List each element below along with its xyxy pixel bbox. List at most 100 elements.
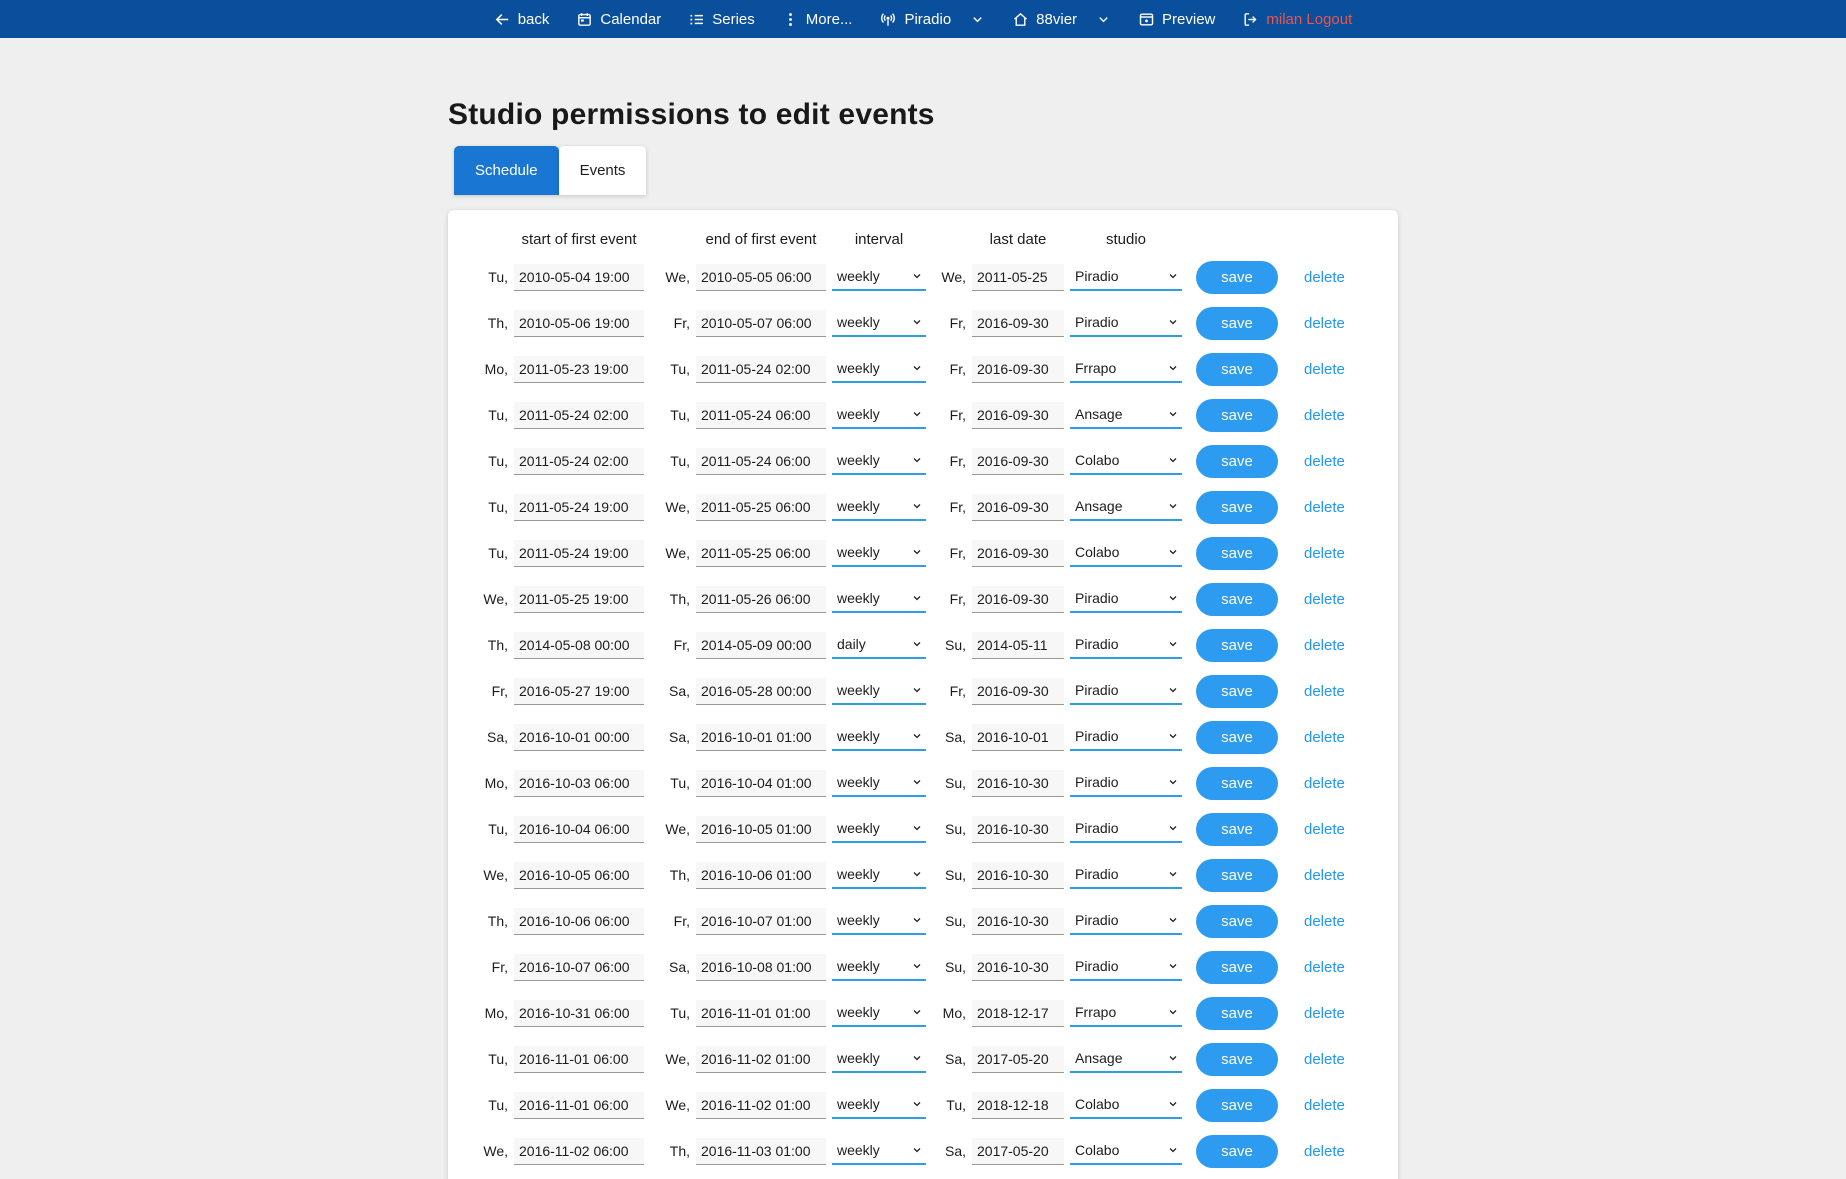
save-button[interactable]: save [1196,583,1278,616]
delete-link[interactable]: delete [1292,1143,1345,1160]
interval-select[interactable]: weekly [832,1092,926,1119]
end-datetime-input[interactable] [696,1046,826,1073]
save-button[interactable]: save [1196,1089,1278,1122]
end-datetime-input[interactable] [696,1092,826,1119]
start-datetime-input[interactable] [514,632,644,659]
start-datetime-input[interactable] [514,678,644,705]
interval-select[interactable]: weekly [832,540,926,567]
studio-select[interactable]: Ansage [1070,494,1182,521]
nav-more[interactable]: More... [782,11,853,28]
end-datetime-input[interactable] [696,264,826,291]
interval-select[interactable]: weekly [832,770,926,797]
nav-station[interactable]: 88vier [1012,11,1077,28]
nav-calendar[interactable]: Calendar [576,11,661,28]
save-button[interactable]: save [1196,859,1278,892]
last-date-input[interactable] [972,1092,1064,1119]
end-datetime-input[interactable] [696,908,826,935]
last-date-input[interactable] [972,954,1064,981]
studio-select[interactable]: Ansage [1070,402,1182,429]
last-date-input[interactable] [972,724,1064,751]
last-date-input[interactable] [972,540,1064,567]
start-datetime-input[interactable] [514,402,644,429]
interval-select[interactable]: weekly [832,586,926,613]
last-date-input[interactable] [972,816,1064,843]
delete-link[interactable]: delete [1292,499,1345,516]
start-datetime-input[interactable] [514,724,644,751]
delete-link[interactable]: delete [1292,1005,1345,1022]
start-datetime-input[interactable] [514,586,644,613]
save-button[interactable]: save [1196,1043,1278,1076]
delete-link[interactable]: delete [1292,959,1345,976]
start-datetime-input[interactable] [514,862,644,889]
studio-select[interactable]: Piradio [1070,770,1182,797]
studio-select[interactable]: Piradio [1070,816,1182,843]
studio-select[interactable]: Piradio [1070,586,1182,613]
delete-link[interactable]: delete [1292,821,1345,838]
interval-select[interactable]: weekly [832,402,926,429]
end-datetime-input[interactable] [696,724,826,751]
interval-select[interactable]: weekly [832,1046,926,1073]
interval-select[interactable]: weekly [832,816,926,843]
last-date-input[interactable] [972,402,1064,429]
studio-select[interactable]: Colabo [1070,1138,1182,1165]
delete-link[interactable]: delete [1292,1097,1345,1114]
delete-link[interactable]: delete [1292,913,1345,930]
delete-link[interactable]: delete [1292,591,1345,608]
end-datetime-input[interactable] [696,586,826,613]
interval-select[interactable]: weekly [832,724,926,751]
start-datetime-input[interactable] [514,356,644,383]
end-datetime-input[interactable] [696,954,826,981]
save-button[interactable]: save [1196,1135,1278,1168]
start-datetime-input[interactable] [514,540,644,567]
end-datetime-input[interactable] [696,678,826,705]
studio-select[interactable]: Frrapo [1070,356,1182,383]
start-datetime-input[interactable] [514,494,644,521]
save-button[interactable]: save [1196,813,1278,846]
end-datetime-input[interactable] [696,632,826,659]
studio-select[interactable]: Piradio [1070,908,1182,935]
interval-select[interactable]: weekly [832,862,926,889]
delete-link[interactable]: delete [1292,361,1345,378]
delete-link[interactable]: delete [1292,269,1345,286]
start-datetime-input[interactable] [514,816,644,843]
end-datetime-input[interactable] [696,862,826,889]
save-button[interactable]: save [1196,767,1278,800]
interval-select[interactable]: weekly [832,494,926,521]
studio-select[interactable]: Piradio [1070,862,1182,889]
studio-select[interactable]: Piradio [1070,724,1182,751]
delete-link[interactable]: delete [1292,683,1345,700]
end-datetime-input[interactable] [696,494,826,521]
save-button[interactable]: save [1196,951,1278,984]
studio-select[interactable]: Piradio [1070,310,1182,337]
last-date-input[interactable] [972,310,1064,337]
last-date-input[interactable] [972,494,1064,521]
end-datetime-input[interactable] [696,816,826,843]
save-button[interactable]: save [1196,675,1278,708]
end-datetime-input[interactable] [696,1000,826,1027]
start-datetime-input[interactable] [514,908,644,935]
start-datetime-input[interactable] [514,1046,644,1073]
save-button[interactable]: save [1196,491,1278,524]
delete-link[interactable]: delete [1292,1051,1345,1068]
nav-back[interactable]: back [494,11,550,28]
delete-link[interactable]: delete [1292,453,1345,470]
end-datetime-input[interactable] [696,540,826,567]
end-datetime-input[interactable] [696,402,826,429]
nav-series[interactable]: Series [688,11,755,28]
interval-select[interactable]: weekly [832,356,926,383]
last-date-input[interactable] [972,356,1064,383]
save-button[interactable]: save [1196,537,1278,570]
end-datetime-input[interactable] [696,310,826,337]
studio-select[interactable]: Piradio [1070,632,1182,659]
tab-schedule[interactable]: Schedule [454,146,559,195]
station-dropdown-chevron-icon[interactable] [1096,12,1111,27]
start-datetime-input[interactable] [514,1092,644,1119]
save-button[interactable]: save [1196,629,1278,662]
studio-select[interactable]: Piradio [1070,264,1182,291]
last-date-input[interactable] [972,678,1064,705]
interval-select[interactable]: weekly [832,678,926,705]
start-datetime-input[interactable] [514,770,644,797]
delete-link[interactable]: delete [1292,729,1345,746]
end-datetime-input[interactable] [696,770,826,797]
last-date-input[interactable] [972,1046,1064,1073]
